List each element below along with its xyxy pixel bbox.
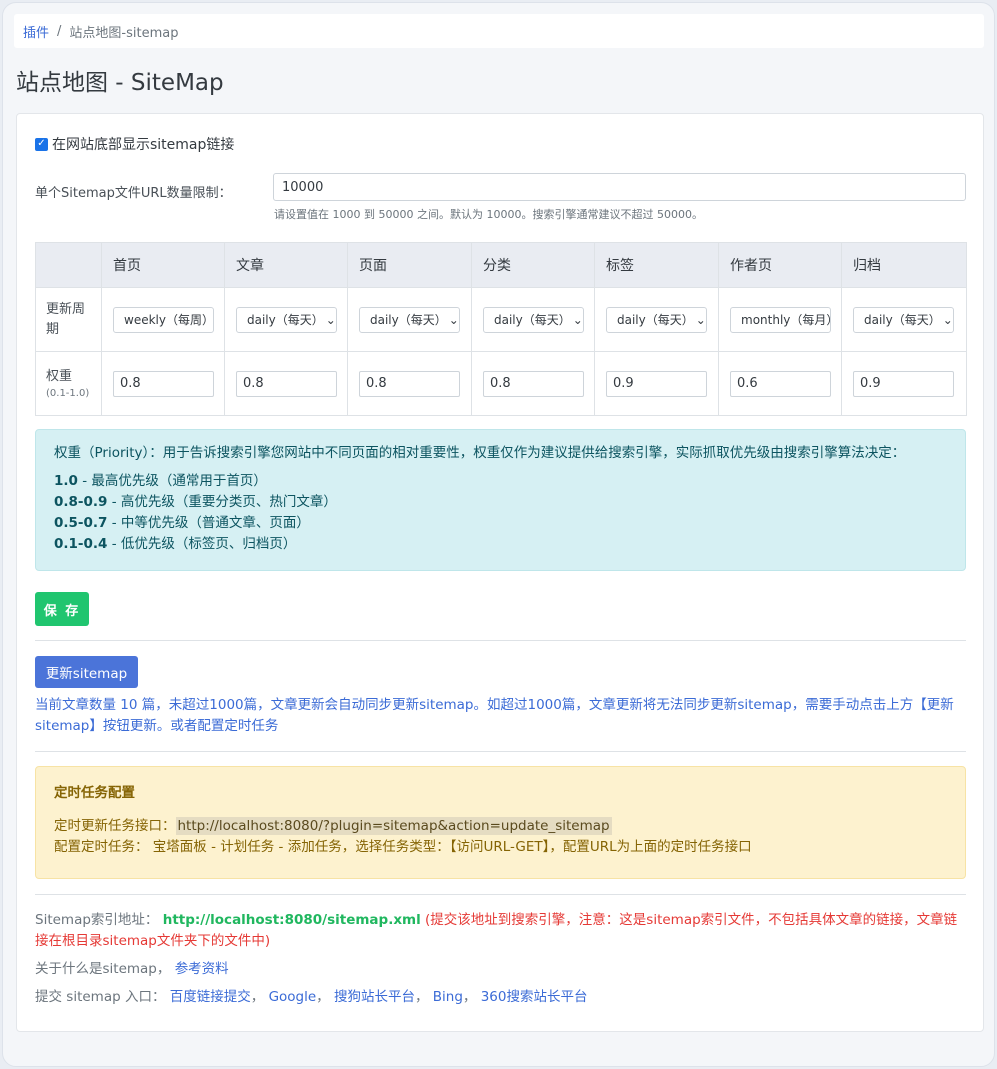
table-header-corner [35,242,102,288]
divider [35,751,966,752]
about-sitemap-label: 关于什么是sitemap， [35,961,171,977]
priority-info-item: 0.8-0.9 - 高优先级（重要分类页、热门文章） [54,494,337,510]
column-header: 页面 [347,242,472,288]
frequency-select[interactable]: weekly（每周）⌄ [113,306,214,333]
priority-range-hint: (0.1-1.0) [46,387,90,399]
table-row-frequency: 更新周期 weekly（每周）⌄ daily（每天）⌄ daily（每天）⌄ d… [35,287,967,352]
frequency-row-label: 更新周期 [35,287,102,352]
sitemap-index-label: Sitemap索引地址： [35,912,159,928]
cron-config-title: 定时任务配置 [54,785,135,801]
frequency-select[interactable]: daily（每天） ⌄ [359,306,460,333]
360-submit-link[interactable]: 360搜索站长平台 [481,989,588,1005]
chevron-down-icon: ⌄ [325,312,336,327]
check-icon: ✓ [37,138,46,149]
update-sitemap-note: 当前文章数量 10 篇，未超过1000篇，文章更新会自动同步更新sitemap。… [35,697,954,734]
table-header-row: 首页 文章 页面 分类 标签 作者页 归档 [35,242,967,288]
priority-row-label: 权重 (0.1-1.0) [35,351,102,416]
url-limit-input[interactable] [273,173,966,201]
priority-info-alert: 权重（Priority）：用于告诉搜索引擎您网站中不同页面的相对重要性，权重仅作… [35,429,966,571]
sogou-submit-link[interactable]: 搜狗站长平台 [334,989,415,1005]
breadcrumb-current: 站点地图-sitemap [69,25,179,41]
priority-input[interactable]: 0.8 [236,370,337,397]
priority-input[interactable]: 0.9 [606,370,707,397]
priority-input[interactable]: 0.8 [359,370,460,397]
divider [35,894,966,895]
priority-info-intro: 权重（Priority）：用于告诉搜索引擎您网站中不同页面的相对重要性，权重仅作… [54,445,906,461]
about-sitemap-line: 关于什么是sitemap， 参考资料 [35,959,229,980]
priority-info-item: 1.0 - 最高优先级（通常用于首页） [54,473,267,489]
chevron-down-icon: ⌄ [448,312,459,327]
footer-link-checkbox[interactable]: ✓ [35,137,48,151]
column-header: 分类 [471,242,595,288]
priority-input[interactable]: 0.9 [853,370,954,397]
sitemap-index-link[interactable]: http://localhost:8080/sitemap.xml [163,912,421,928]
priority-info-item: 0.5-0.7 - 中等优先级（普通文章、页面） [54,515,310,531]
cron-config-alert: 定时任务配置 定时更新任务接口： http://localhost:8080/?p… [35,766,966,879]
save-button[interactable]: 保 存 [35,592,89,626]
divider [35,640,966,641]
priority-input[interactable]: 0.8 [113,370,214,397]
settings-card: ✓ 在网站底部显示sitemap链接 单个Sitemap文件URL数量限制： 请… [16,113,984,1032]
priority-input[interactable]: 0.8 [483,370,584,397]
frequency-select[interactable]: daily（每天） ⌄ [483,306,584,333]
submit-sitemap-label: 提交 sitemap 入口： [35,989,166,1005]
breadcrumb-plugins-link[interactable]: 插件 [23,22,49,41]
column-header: 首页 [101,242,225,288]
cron-url-code[interactable]: http://localhost:8080/?plugin=sitemap&ac… [175,817,612,835]
priority-input[interactable]: 0.6 [730,370,831,397]
reference-link[interactable]: 参考资料 [175,961,229,977]
column-header: 归档 [841,242,967,288]
priority-info-item: 0.1-0.4 - 低优先级（标签页、归档页） [54,536,297,552]
bing-submit-link[interactable]: Bing [433,989,463,1005]
baidu-submit-link[interactable]: 百度链接提交 [170,989,251,1005]
cron-howto: 配置定时任务： 宝塔面板 - 计划任务 - 添加任务，选择任务类型：【访问URL… [54,839,752,855]
sitemap-index-line: Sitemap索引地址： http://localhost:8080/sitem… [35,910,967,952]
chevron-down-icon: ⌄ [572,312,583,327]
chevron-down-icon: ⌄ [942,312,953,327]
breadcrumb: 插件 / 站点地图-sitemap [14,14,984,48]
table-row-priority: 权重 (0.1-1.0) 0.8 0.8 0.8 0.8 0.9 0.6 0.9 [35,351,967,416]
update-sitemap-button[interactable]: 更新sitemap [35,656,138,688]
column-header: 文章 [224,242,348,288]
page-title: 站点地图 - SiteMap [16,70,224,96]
sitemap-settings-table: 首页 文章 页面 分类 标签 作者页 归档 更新周期 weekly（每周）⌄ d… [35,242,967,416]
url-limit-label: 单个Sitemap文件URL数量限制： [35,186,232,201]
frequency-select[interactable]: daily（每天） ⌄ [853,306,954,333]
submit-sitemap-line: 提交 sitemap 入口： 百度链接提交， Google， 搜狗站长平台， B… [35,989,588,1005]
chevron-down-icon: ⌄ [695,312,706,327]
footer-link-checkbox-row[interactable]: ✓ 在网站底部显示sitemap链接 [35,134,234,154]
google-submit-link[interactable]: Google [269,989,317,1005]
url-limit-help: 请设置值在 1000 到 50000 之间。默认为 10000。搜索引擎通常建议… [274,208,703,221]
frequency-select[interactable]: monthly（每月）⌄ [730,306,831,333]
frequency-select[interactable]: daily（每天） ⌄ [236,306,337,333]
footer-link-checkbox-label[interactable]: 在网站底部显示sitemap链接 [52,134,234,154]
frequency-select[interactable]: daily（每天） ⌄ [606,306,707,333]
cron-url-line: 定时更新任务接口： http://localhost:8080/?plugin=s… [54,817,612,835]
column-header: 作者页 [718,242,842,288]
breadcrumb-separator: / [57,23,62,39]
column-header: 标签 [594,242,719,288]
